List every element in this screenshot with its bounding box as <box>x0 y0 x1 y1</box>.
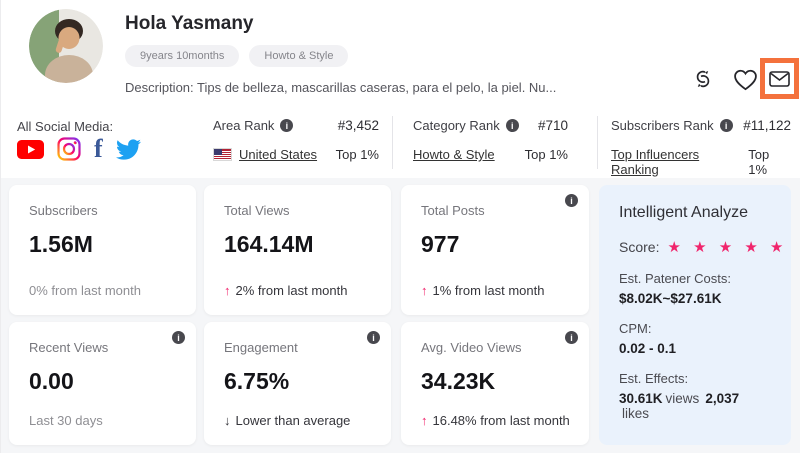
category-rank-group: Category Rank i #710 Howto & Style Top 1… <box>413 118 568 162</box>
us-flag-icon <box>213 148 232 161</box>
subscribers-rank-group: Subscribers Rank i #11,122 Top Influence… <box>611 118 791 177</box>
up-arrow-icon: ↑ <box>224 283 231 298</box>
stat-value: 6.75% <box>224 368 371 395</box>
effects-section: Est. Effects: 30.61Kviews 2,037 likes <box>619 371 771 421</box>
stat-value: 1.56M <box>29 231 176 258</box>
stat-card-total-posts: i Total Posts 977 ↑ 1% from last month <box>401 185 589 315</box>
partner-cost-label: Est. Patener Costs: <box>619 271 771 286</box>
area-rank-link[interactable]: United States <box>239 147 317 162</box>
stat-value: 0.00 <box>29 368 176 395</box>
message-highlight-box[interactable] <box>760 58 799 99</box>
category-rank-label: Category Rank <box>413 118 500 133</box>
subscribers-rank-link[interactable]: Top Influencers Ranking <box>611 147 748 177</box>
twitter-icon[interactable] <box>116 139 141 160</box>
down-arrow-icon: ↓ <box>224 413 231 428</box>
category-rank-link[interactable]: Howto & Style <box>413 147 495 162</box>
area-rank-value: #3,452 <box>338 118 379 133</box>
effects-likes-value: 2,037 <box>705 391 739 406</box>
instagram-icon[interactable] <box>57 137 81 161</box>
stat-label: Recent Views <box>29 340 176 355</box>
stat-delta: Last 30 days <box>29 413 103 428</box>
all-social-media-label: All Social Media: <box>17 119 113 134</box>
influencer-profile-page: Hola Yasmany 9years 10months Howto & Sty… <box>0 0 800 453</box>
score-row: Score: ★ ★ ★ ★ ★ <box>619 238 771 256</box>
info-icon[interactable]: i <box>565 194 578 207</box>
vertical-divider <box>392 116 393 169</box>
stat-card-subscribers: Subscribers 1.56M 0% from last month <box>9 185 196 315</box>
stat-label: Total Views <box>224 203 371 218</box>
message-envelope-icon[interactable] <box>769 71 790 87</box>
score-label: Score: <box>619 239 659 255</box>
compare-icon[interactable] <box>690 66 716 92</box>
info-icon[interactable]: i <box>565 331 578 344</box>
effects-value: 30.61Kviews 2,037 likes <box>619 391 771 421</box>
cpm-label: CPM: <box>619 321 771 336</box>
stat-card-engagement: i Engagement 6.75% ↓ Lower than average <box>204 322 391 445</box>
intelligent-analyze-panel: Intelligent Analyze Score: ★ ★ ★ ★ ★ Est… <box>599 185 791 445</box>
stat-value: 164.14M <box>224 231 371 258</box>
stat-delta: ↑ 16.48% from last month <box>421 413 570 428</box>
stat-value: 977 <box>421 231 569 258</box>
favorite-heart-icon[interactable] <box>732 66 758 92</box>
subscribers-rank-top-percent: Top 1% <box>748 147 791 177</box>
info-icon[interactable]: i <box>367 331 380 344</box>
panel-title: Intelligent Analyze <box>619 204 771 222</box>
stat-delta: ↑ 2% from last month <box>224 283 348 298</box>
youtube-icon[interactable] <box>17 140 44 159</box>
stat-label: Avg. Video Views <box>421 340 569 355</box>
category-rank-top-percent: Top 1% <box>525 147 568 162</box>
avatar <box>29 9 103 83</box>
stat-card-avg-video-views: i Avg. Video Views 34.23K ↑ 16.48% from … <box>401 322 589 445</box>
channel-description: Description: Tips de belleza, mascarilla… <box>125 80 556 95</box>
star-rating-icon: ★ ★ ★ ★ ★ <box>667 238 787 256</box>
stat-label: Subscribers <box>29 203 176 218</box>
area-rank-top-percent: Top 1% <box>336 147 379 162</box>
subscribers-rank-value: #11,122 <box>743 118 791 133</box>
stat-delta: ↑ 1% from last month <box>421 283 545 298</box>
area-rank-label: Area Rank <box>213 118 274 133</box>
info-icon[interactable]: i <box>280 119 293 132</box>
badge-row: 9years 10months Howto & Style <box>125 45 348 67</box>
info-icon[interactable]: i <box>720 119 733 132</box>
stat-card-recent-views: i Recent Views 0.00 Last 30 days <box>9 322 196 445</box>
avatar-photo <box>29 9 103 83</box>
stat-value: 34.23K <box>421 368 569 395</box>
info-icon[interactable]: i <box>172 331 185 344</box>
category-rank-value: #710 <box>538 118 568 133</box>
stat-label: Engagement <box>224 340 371 355</box>
area-rank-group: Area Rank i #3,452 United States Top 1% <box>213 118 379 162</box>
subscribers-rank-label: Subscribers Rank <box>611 118 714 133</box>
stat-card-total-views: Total Views 164.14M ↑ 2% from last month <box>204 185 391 315</box>
stat-delta: ↓ Lower than average <box>224 413 350 428</box>
channel-name: Hola Yasmany <box>125 13 254 35</box>
cpm-value: 0.02 - 0.1 <box>619 341 771 356</box>
up-arrow-icon: ↑ <box>421 413 428 428</box>
up-arrow-icon: ↑ <box>421 283 428 298</box>
effects-views-value: 30.61K <box>619 391 663 406</box>
effects-label: Est. Effects: <box>619 371 771 386</box>
facebook-icon[interactable]: f <box>94 138 103 160</box>
partner-cost-section: Est. Patener Costs: $8.02K~$27.61K <box>619 271 771 306</box>
stat-delta: 0% from last month <box>29 283 141 298</box>
social-icons-row: f <box>17 137 141 161</box>
info-icon[interactable]: i <box>506 119 519 132</box>
effects-views-unit: views <box>666 391 700 406</box>
cpm-section: CPM: 0.02 - 0.1 <box>619 321 771 356</box>
partner-cost-value: $8.02K~$27.61K <box>619 291 771 306</box>
channel-age-badge: 9years 10months <box>125 45 239 67</box>
vertical-divider <box>597 116 598 169</box>
effects-likes-unit: likes <box>622 406 649 421</box>
stat-label: Total Posts <box>421 203 569 218</box>
category-badge: Howto & Style <box>249 45 348 67</box>
